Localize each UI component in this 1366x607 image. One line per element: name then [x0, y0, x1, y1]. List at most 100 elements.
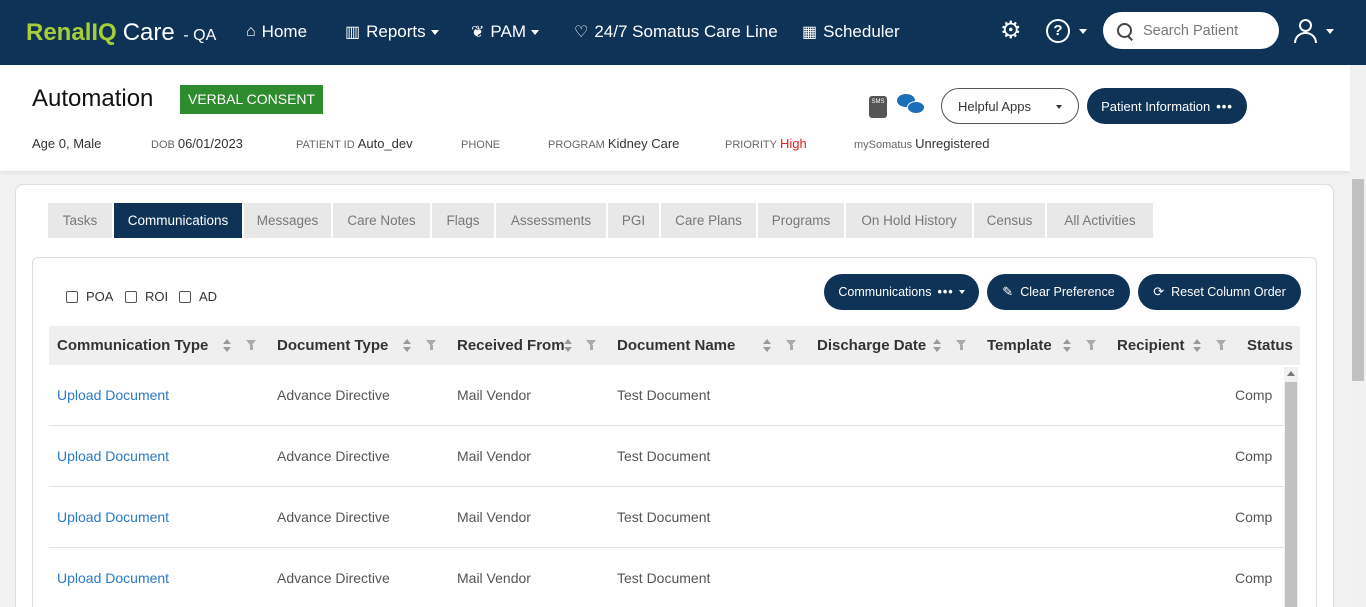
chevron-down-icon — [1326, 29, 1334, 34]
sort-icon[interactable] — [564, 339, 572, 353]
document-name-cell: Test Document — [617, 570, 711, 586]
more-dots-icon: ••• — [1216, 98, 1233, 114]
program-value: Kidney Care — [607, 136, 680, 151]
help-icon[interactable]: ? — [1046, 19, 1070, 43]
sort-icon[interactable] — [1193, 339, 1201, 353]
poa-checkbox[interactable]: POA — [66, 289, 113, 304]
column-header-document-name[interactable]: Document Name — [617, 326, 735, 365]
sort-icon[interactable] — [403, 339, 411, 353]
ad-checkbox[interactable]: AD — [179, 289, 217, 304]
tab-census[interactable]: Census — [974, 203, 1045, 238]
page-scrollbar-thumb[interactable] — [1352, 179, 1364, 381]
table-row: Upload Document Advance Directive Mail V… — [49, 548, 1284, 607]
chevron-down-icon — [1079, 29, 1087, 34]
table-row: Upload Document Advance Directive Mail V… — [49, 426, 1284, 487]
tab-communications[interactable]: Communications — [114, 203, 242, 238]
app-logo[interactable]: RenalIQ Care - QA — [26, 19, 216, 47]
column-header-recipient[interactable]: Recipient — [1117, 326, 1185, 365]
filter-icon[interactable] — [586, 340, 597, 350]
tab-care-plans[interactable]: Care Plans — [661, 203, 756, 238]
tab-pgi[interactable]: PGI — [608, 203, 659, 238]
table-scrollbar[interactable] — [1284, 367, 1298, 607]
received-from-cell: Mail Vendor — [457, 448, 531, 464]
column-header-document-type[interactable]: Document Type — [277, 326, 388, 365]
search-icon — [1117, 22, 1133, 39]
sort-icon[interactable] — [1063, 339, 1071, 353]
patient-information-button[interactable]: Patient Information ••• — [1087, 88, 1247, 124]
mysomatus-value: Unregistered — [915, 136, 990, 151]
bar-chart-icon: ▥ — [345, 24, 361, 41]
filter-icon[interactable] — [426, 340, 437, 350]
nav-pam[interactable]: ❦ PAM — [471, 22, 539, 42]
nav-care-line[interactable]: ♡ 24/7 Somatus Care Line — [574, 22, 778, 42]
patient-dob: DOB 06/01/2023 — [151, 136, 243, 151]
clear-preference-button[interactable]: ✎ Clear Preference — [987, 274, 1130, 310]
patient-id: PATIENT ID Auto_dev — [296, 136, 413, 151]
table-row: Upload Document Advance Directive Mail V… — [49, 487, 1284, 548]
filter-icon[interactable] — [246, 340, 257, 350]
sort-icon[interactable] — [763, 339, 771, 353]
column-header-received-from[interactable]: Received From — [457, 326, 565, 365]
tab-programs[interactable]: Programs — [758, 203, 844, 238]
page-scrollbar[interactable] — [1350, 65, 1366, 607]
leaf-icon: ❦ — [471, 24, 485, 41]
chat-icon[interactable] — [897, 94, 927, 118]
filter-icon[interactable] — [786, 340, 797, 350]
scroll-up-arrow-icon[interactable] — [1287, 371, 1295, 376]
tab-on-hold-history[interactable]: On Hold History — [846, 203, 972, 238]
tab-assessments[interactable]: Assessments — [496, 203, 606, 238]
search-box — [1103, 12, 1279, 49]
nav-home[interactable]: ⌂ Home — [246, 22, 307, 42]
roi-checkbox[interactable]: ROI — [125, 289, 168, 304]
column-header-discharge-date[interactable]: Discharge Date — [817, 326, 926, 365]
helpful-apps-dropdown[interactable]: Helpful Apps — [941, 88, 1079, 124]
nav-reports[interactable]: ▥ Reports — [345, 22, 439, 42]
user-icon[interactable] — [1293, 19, 1319, 45]
tab-flags[interactable]: Flags — [432, 203, 494, 238]
communications-dropdown-button[interactable]: Communications ••• — [824, 274, 979, 310]
filter-icon[interactable] — [956, 340, 967, 350]
communication-type-link[interactable]: Upload Document — [57, 448, 169, 464]
gear-icon[interactable]: ⚙ — [1000, 19, 1024, 43]
communications-button-label: Communications — [838, 285, 932, 299]
tab-all-activities[interactable]: All Activities — [1047, 203, 1153, 238]
sort-icon[interactable] — [223, 339, 231, 353]
refresh-icon: ⟳ — [1153, 284, 1165, 299]
ad-checkbox-box[interactable] — [179, 290, 191, 303]
filter-icon[interactable] — [1216, 340, 1227, 350]
tab-care-notes[interactable]: Care Notes — [333, 203, 430, 238]
tab-tasks[interactable]: Tasks — [48, 203, 112, 238]
filter-icon[interactable] — [1086, 340, 1097, 350]
nav-home-label: Home — [261, 22, 308, 41]
chevron-down-icon — [958, 290, 965, 294]
chat-bubble-front — [907, 101, 925, 114]
home-icon: ⌂ — [246, 23, 256, 40]
nav-scheduler[interactable]: ▦ Scheduler — [802, 22, 900, 42]
consent-badge: VERBAL CONSENT — [180, 85, 324, 114]
tab-messages[interactable]: Messages — [244, 203, 331, 238]
communication-type-link[interactable]: Upload Document — [57, 570, 169, 586]
reset-column-order-button[interactable]: ⟳ Reset Column Order — [1138, 274, 1301, 310]
sort-icon[interactable] — [933, 339, 941, 353]
communication-type-link[interactable]: Upload Document — [57, 509, 169, 525]
document-name-cell: Test Document — [617, 509, 711, 525]
poa-checkbox-box[interactable] — [66, 290, 78, 303]
document-type-cell: Advance Directive — [277, 570, 390, 586]
patient-id-value: Auto_dev — [357, 136, 413, 151]
patient-id-label: PATIENT ID — [296, 139, 355, 151]
patient-program: PROGRAM Kidney Care — [548, 136, 679, 151]
sms-icon[interactable]: SMS — [869, 96, 887, 118]
roi-checkbox-box[interactable] — [125, 290, 137, 303]
column-header-status[interactable]: Status — [1247, 326, 1293, 365]
table-scrollbar-thumb[interactable] — [1285, 382, 1297, 607]
dob-label: DOB — [151, 139, 175, 151]
communication-type-link[interactable]: Upload Document — [57, 387, 169, 403]
column-header-template[interactable]: Template — [987, 326, 1052, 365]
chevron-down-icon — [1056, 105, 1062, 109]
calendar-icon: ▦ — [802, 24, 818, 41]
environment-label: - QA — [183, 27, 217, 44]
column-header-communication-type[interactable]: Communication Type — [57, 326, 208, 365]
heartbeat-icon: ♡ — [574, 24, 589, 41]
status-cell: Comp — [1235, 570, 1273, 586]
search-input[interactable] — [1143, 22, 1273, 39]
